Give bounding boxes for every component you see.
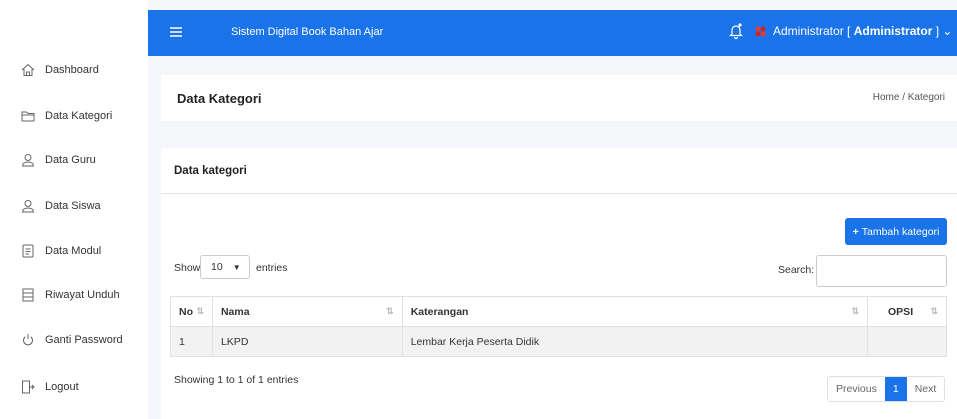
next-button[interactable]: Next [907, 377, 945, 401]
bell-icon[interactable] [728, 22, 744, 40]
sidebar-item-label: Riwayat Unduh [45, 289, 120, 301]
top-navbar: Sistem Digital Book Bahan Ajar Administr… [148, 10, 957, 56]
add-category-button[interactable]: + Tambah kategori [845, 218, 947, 245]
sort-icon: ⇅ [930, 306, 938, 316]
cell-nama: LKPD [211, 326, 403, 357]
user-menu[interactable]: Administrator [ Administrator ] ⌄ [773, 24, 952, 38]
pagination: Previous 1 Next [827, 376, 946, 402]
show-label: Show [174, 262, 201, 274]
table-info: Showing 1 to 1 of 1 entries [174, 374, 299, 386]
sidebar-item-label: Data Guru [45, 154, 96, 166]
search-input[interactable] [816, 255, 947, 287]
sidebar-item-data-siswa[interactable]: Data Siswa [0, 191, 148, 221]
column-header-no[interactable]: No ⇅ [170, 296, 213, 327]
user-icon [21, 153, 35, 167]
column-header-keterangan[interactable]: Katerangan ⇅ [401, 296, 869, 327]
folder-icon [21, 109, 35, 123]
column-header-opsi[interactable]: OPSI ⇅ [867, 296, 947, 327]
entries-label: entries [256, 262, 288, 274]
cell-keterangan: Lembar Kerja Peserta Didik [401, 326, 869, 357]
sidebar-item-ganti-password[interactable]: Ganti Password [0, 325, 148, 355]
power-icon [21, 333, 35, 347]
page-header-card [161, 75, 957, 121]
sidebar-item-label: Data Kategori [45, 110, 113, 122]
column-header-nama[interactable]: Nama ⇅ [211, 296, 403, 327]
sidebar-item-riwayat-unduh[interactable]: Riwayat Unduh [0, 280, 148, 310]
user-role: Administrator [853, 24, 933, 38]
home-icon [21, 63, 35, 77]
table-header-row: No ⇅ Nama ⇅ Katerangan ⇅ OPSI ⇅ [170, 296, 947, 327]
sort-icon: ⇅ [196, 306, 204, 316]
card-title: Data kategori [174, 165, 247, 177]
page-button-1[interactable]: 1 [884, 377, 907, 401]
user-name: Administrator [773, 24, 844, 38]
sidebar-item-label: Data Modul [45, 245, 102, 257]
sort-icon: ⇅ [851, 306, 860, 316]
chevron-down-icon: ▼ [232, 262, 241, 272]
sidebar-item-label: Data Siswa [45, 200, 101, 212]
sidebar: Dashboard Data Kategori Data Guru Data S… [0, 0, 148, 419]
add-category-label: Tambah kategori [861, 225, 940, 238]
sidebar-item-data-kategori[interactable]: Data Kategori [0, 101, 148, 131]
chevron-down-icon: ⌄ [942, 24, 953, 38]
search-label: Search: [778, 264, 815, 276]
sort-icon: ⇅ [386, 306, 394, 316]
breadcrumb: Home / Kategori [872, 92, 945, 103]
avatar [754, 25, 767, 38]
cell-opsi [867, 326, 947, 357]
hamburger-menu-icon[interactable] [168, 24, 184, 40]
user-icon [21, 199, 35, 213]
sidebar-item-data-modul[interactable]: Data Modul [0, 236, 148, 266]
app-title: Sistem Digital Book Bahan Ajar [231, 26, 384, 38]
sidebar-item-label: Logout [45, 381, 79, 393]
entries-value: 10 [211, 261, 223, 273]
file-icon [21, 244, 35, 258]
archive-icon [21, 288, 35, 302]
logout-icon [21, 380, 35, 394]
divider [161, 193, 957, 194]
cell-no: 1 [170, 326, 213, 357]
entries-select[interactable]: 10 ▼ [200, 255, 250, 279]
sidebar-item-label: Ganti Password [45, 334, 123, 346]
sidebar-item-data-guru[interactable]: Data Guru [0, 145, 148, 175]
sidebar-item-logout[interactable]: Logout [0, 372, 148, 402]
sidebar-item-dashboard[interactable]: Dashboard [0, 55, 148, 85]
table-row: 1 LKPD Lembar Kerja Peserta Didik [170, 326, 947, 357]
page-title: Data Kategori [177, 91, 262, 106]
plus-icon: + [852, 225, 859, 238]
previous-button[interactable]: Previous [828, 377, 885, 401]
sidebar-item-label: Dashboard [45, 64, 99, 76]
category-table: No ⇅ Nama ⇅ Katerangan ⇅ OPSI ⇅ 1 LKPD Lemba… [170, 296, 947, 357]
